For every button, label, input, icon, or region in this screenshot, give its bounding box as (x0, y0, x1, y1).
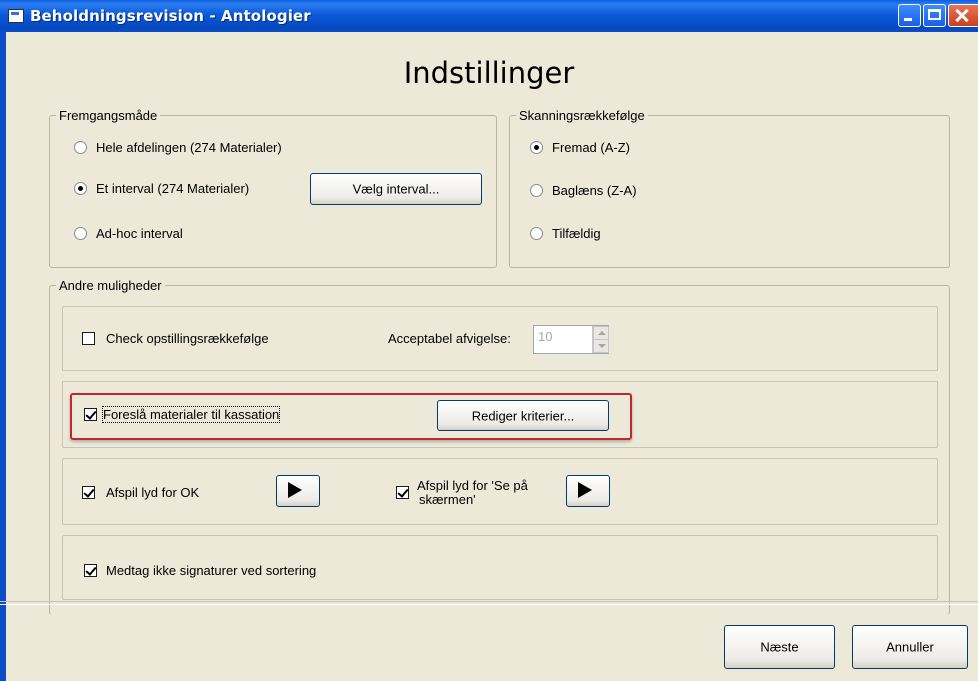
sound-screen-label-line2: skærmen' (419, 492, 476, 507)
spinner-down-icon[interactable] (593, 339, 609, 353)
deviation-value: 10 (538, 329, 553, 344)
play-screen-sound-button[interactable] (566, 475, 610, 507)
app-icon (8, 9, 24, 23)
sound-screen-checkbox[interactable] (396, 486, 409, 499)
radio-interval-label[interactable]: Et interval (274 Materialer) (96, 181, 249, 196)
window-title: Beholdningsrevision - Antologier (30, 7, 311, 25)
cancel-button-label: Annuller (886, 639, 934, 655)
radio-whole-department-label[interactable]: Hele afdelingen (274 Materialer) (96, 140, 282, 155)
other-options-group-legend: Andre muligheder (56, 278, 165, 293)
minimize-button[interactable] (898, 4, 921, 27)
radio-random-label[interactable]: Tilfældig (552, 226, 601, 241)
radio-forward[interactable] (530, 141, 543, 154)
radio-whole-department[interactable] (74, 141, 87, 154)
radio-adhoc-interval-label[interactable]: Ad-hoc interval (96, 226, 183, 241)
window-border (0, 32, 6, 681)
exclude-signatures-checkbox[interactable] (84, 564, 97, 577)
footer-divider (0, 601, 978, 605)
next-button-label: Næste (760, 639, 799, 655)
radio-interval[interactable] (74, 182, 87, 195)
radio-forward-label[interactable]: Fremad (A-Z) (552, 140, 630, 155)
dialog-window: Beholdningsrevision - Antologier Indstil… (0, 0, 978, 681)
deviation-spinner[interactable]: 10 (533, 325, 609, 354)
radio-adhoc-interval[interactable] (74, 227, 87, 240)
cancel-button[interactable]: Annuller (852, 625, 968, 669)
check-order-label[interactable]: Check opstillingsrækkefølge (106, 331, 269, 346)
choose-interval-button-label: Vælg interval... (352, 181, 440, 197)
radio-backward-label[interactable]: Baglæns (Z-A) (552, 183, 637, 198)
sound-screen-label-line1: Afspil lyd for 'Se på (417, 478, 528, 493)
radio-backward[interactable] (530, 184, 543, 197)
radio-random[interactable] (530, 227, 543, 240)
play-ok-sound-button[interactable] (276, 475, 320, 507)
method-group-legend: Fremgangsmåde (56, 108, 161, 123)
sound-screen-label[interactable]: Afspil lyd for 'Se på skærmen' (417, 479, 528, 507)
next-button[interactable]: Næste (724, 625, 835, 669)
close-button[interactable] (948, 4, 978, 27)
highlight-box (70, 393, 632, 440)
spinner-buttons (592, 326, 609, 353)
spinner-up-icon[interactable] (593, 326, 609, 340)
check-order-checkbox[interactable] (82, 332, 95, 345)
deviation-label: Acceptabel afvigelse: (388, 331, 511, 346)
sound-ok-checkbox[interactable] (82, 486, 95, 499)
choose-interval-button[interactable]: Vælg interval... (310, 173, 482, 205)
scan-order-group-legend: Skanningsrækkefølge (516, 108, 648, 123)
sound-ok-label[interactable]: Afspil lyd for OK (106, 485, 199, 500)
title-bar[interactable]: Beholdningsrevision - Antologier (0, 0, 978, 32)
page-title: Indstillinger (403, 56, 575, 90)
maximize-button[interactable] (923, 4, 946, 27)
exclude-signatures-label[interactable]: Medtag ikke signaturer ved sortering (106, 563, 316, 578)
